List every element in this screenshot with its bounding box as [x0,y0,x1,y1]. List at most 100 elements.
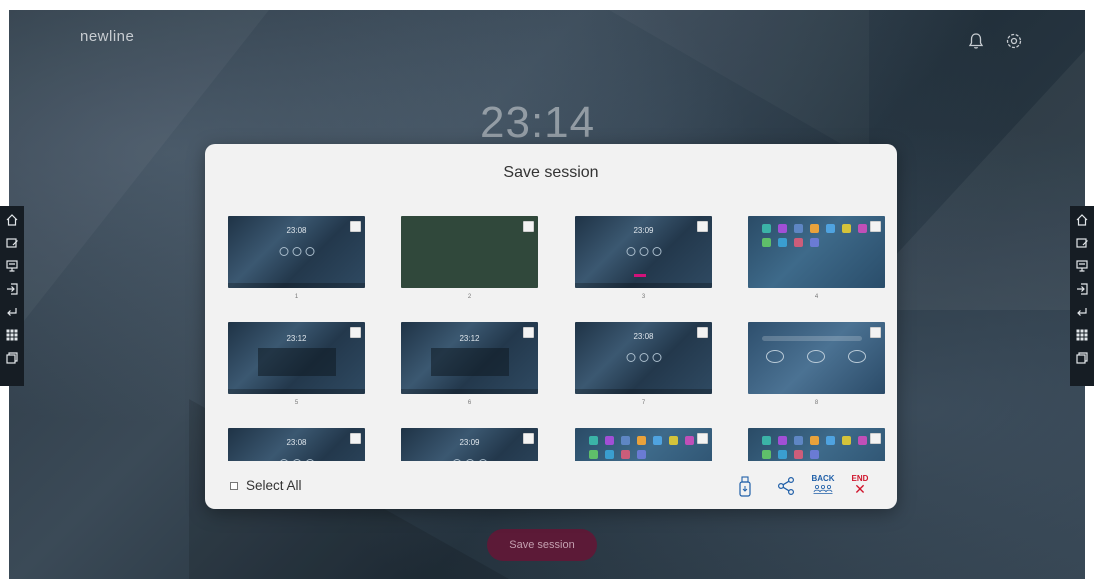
app-tile [826,436,835,445]
thumbnail-image[interactable]: 23:12 [228,322,365,394]
thumbnail-checkbox[interactable] [350,221,361,232]
thumbnail-image[interactable]: 23:09 [401,428,538,461]
thumbnail-image[interactable] [401,216,538,288]
thumbnail-clock: 23:12 [459,334,480,343]
thumbnail-checkbox[interactable] [697,327,708,338]
thumbnail-image[interactable] [748,216,885,288]
whiteboard-icon[interactable] [4,235,20,251]
thumbnail-highlight [634,274,646,277]
app-tile [653,436,662,445]
thumbnail-panel [431,348,509,376]
app-tile [794,238,803,247]
share-icon[interactable] [776,476,796,496]
home-icon[interactable] [4,212,20,228]
option-circle [807,350,825,363]
app-tile [794,436,803,445]
checkbox-box[interactable] [230,481,238,490]
back-button[interactable]: BACK [811,474,835,494]
home-icon[interactable] [1074,212,1090,228]
thumbnail-checkbox[interactable] [697,433,708,444]
app-tile [762,238,771,247]
thumbnail-image[interactable]: 23:08 [575,322,712,394]
thumbnail-image[interactable]: 23:08 [228,428,365,461]
thumbnail-checkbox[interactable] [350,327,361,338]
shortcut-dot [465,459,474,461]
thumbnail-checkbox[interactable] [523,433,534,444]
input-source-icon[interactable] [4,281,20,297]
app-tile [669,436,678,445]
whiteboard-icon[interactable] [1074,235,1090,251]
shortcut-dot [305,459,314,461]
thumbnail-taskbar [228,389,365,394]
thumbnail-image[interactable]: 23:08 [228,216,365,288]
back-icon[interactable] [4,304,20,320]
apps-grid-icon[interactable] [1074,327,1090,343]
close-icon: ✕ [854,481,866,497]
thumbnail-number: 6 [467,400,472,406]
app-tile [858,436,867,445]
thumbnail-checkbox[interactable] [350,433,361,444]
thumbnail-image[interactable]: 23:09 [575,216,712,288]
thumbnail-taskbar [401,389,538,394]
thumbnail-shortcuts [626,247,661,256]
brand-logo: newline [80,28,135,45]
app-tile [637,436,646,445]
shortcut-dot [626,247,635,256]
app-tile [778,238,787,247]
thumbnail-clock: 23:08 [286,438,307,447]
thumbnail-image[interactable] [748,428,885,461]
thumbnail-taskbar [575,283,712,288]
thumbnail-app-grid [589,436,701,459]
app-tile [858,224,867,233]
app-tile [778,224,787,233]
thumbnail-checkbox[interactable] [523,327,534,338]
thumbnail-taskbar [575,389,712,394]
presentation-icon[interactable] [1074,258,1090,274]
usb-save-icon[interactable] [738,476,752,498]
end-session-button[interactable]: END ✕ [851,474,869,497]
windows-icon[interactable] [1074,350,1090,366]
thumbnail-app-grid [762,436,874,459]
windows-icon[interactable] [4,350,20,366]
thumbnail-checkbox[interactable] [870,327,881,338]
shortcut-dot [279,459,288,461]
app-tile [762,436,771,445]
people-icon [813,484,833,494]
thumbnail-image[interactable] [748,322,885,394]
dialog-footer: Select All BACK END ✕ [205,464,897,509]
gear-icon[interactable] [1004,31,1024,51]
app-tile [589,436,598,445]
save-session-button[interactable]: Save session [487,529,597,561]
shortcut-dot [639,247,648,256]
presentation-icon[interactable] [4,258,20,274]
back-label: BACK [811,474,835,483]
thumbnail-image[interactable] [575,428,712,461]
thumbnail-checkbox[interactable] [523,221,534,232]
app-tile [794,450,803,459]
thumbnail-clock: 23:12 [286,334,307,343]
thumbnail-checkbox[interactable] [697,221,708,232]
thumbnail-taskbar [228,283,365,288]
app-tile [605,436,614,445]
select-all-checkbox[interactable]: Select All [230,478,302,493]
apps-grid-icon[interactable] [4,327,20,343]
back-icon[interactable] [1074,304,1090,320]
thumbnail-search [762,336,862,341]
thumbnail-checkbox[interactable] [870,221,881,232]
thumbnail-clock: 23:08 [286,226,307,235]
thumbnail-checkbox[interactable] [870,433,881,444]
thumbnail-number: 1 [294,294,299,300]
app-tile [794,224,803,233]
select-all-label: Select All [246,478,302,493]
input-source-icon[interactable] [1074,281,1090,297]
app-tile [637,450,646,459]
thumbnail-shortcuts [279,247,314,256]
bell-icon[interactable] [966,31,986,51]
app-tile [810,450,819,459]
thumbnail-image[interactable]: 23:12 [401,322,538,394]
shortcut-dot [279,247,288,256]
thumbnail-app-grid [762,224,874,247]
shortcut-dot [292,247,301,256]
thumbnail-shortcuts [626,353,661,362]
app-tile [762,224,771,233]
